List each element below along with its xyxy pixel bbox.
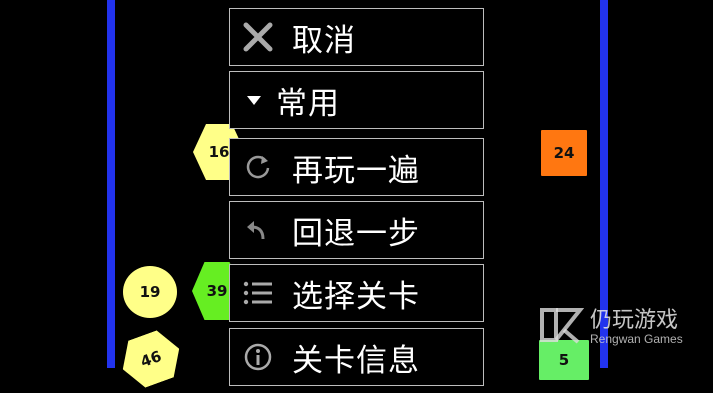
- piece-value: 16: [208, 143, 230, 161]
- game-piece[interactable]: 46: [114, 325, 187, 393]
- menu-item-label: 选择关卡: [292, 278, 420, 315]
- watermark: 仍玩游戏 Rengwan Games: [538, 300, 713, 360]
- menu-item-level-info[interactable]: 关卡信息: [229, 328, 484, 386]
- menu-item-cancel[interactable]: 取消: [229, 8, 484, 66]
- refresh-icon: [238, 147, 278, 187]
- menu-item-label: 常用: [276, 85, 340, 122]
- menu-item-label: 回退一步: [292, 215, 420, 252]
- watermark-title: 仍玩游戏: [590, 308, 679, 333]
- menu-item-label: 再玩一遍: [292, 152, 420, 189]
- list-icon: [238, 273, 278, 313]
- menu-item-undo[interactable]: 回退一步: [229, 201, 484, 259]
- menu-item-replay[interactable]: 再玩一遍: [229, 138, 484, 196]
- close-icon: [238, 17, 278, 57]
- piece-value: 24: [553, 144, 575, 162]
- menu-item-label: 关卡信息: [292, 342, 420, 379]
- piece-value: 19: [139, 283, 161, 301]
- watermark-logo: [538, 302, 585, 348]
- piece-value: 46: [138, 346, 164, 372]
- menu-item-select-level[interactable]: 选择关卡: [229, 264, 484, 322]
- menu-item-label: 取消: [292, 22, 356, 59]
- game-piece[interactable]: 19: [123, 266, 177, 318]
- undo-icon: [238, 210, 278, 250]
- watermark-subtitle: Rengwan Games: [590, 332, 683, 346]
- triangle-down-icon: [234, 80, 274, 120]
- piece-value: 39: [206, 282, 228, 300]
- left-wall: [107, 0, 115, 368]
- info-icon: [238, 337, 278, 377]
- game-piece[interactable]: 24: [541, 130, 587, 176]
- menu-item-common[interactable]: 常用: [229, 71, 484, 129]
